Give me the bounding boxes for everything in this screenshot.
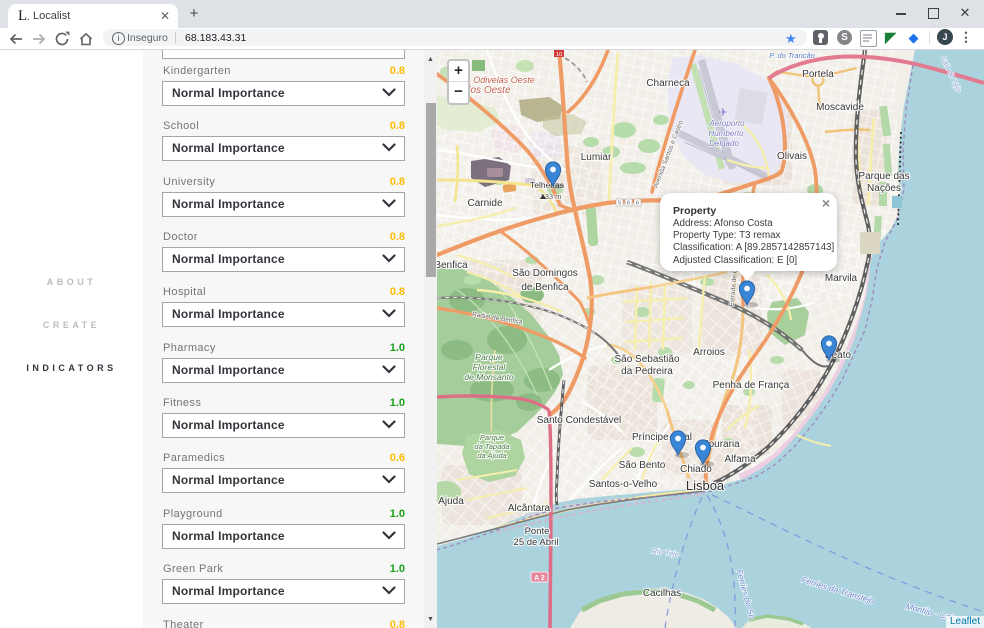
svg-text:Arroios: Arroios: [693, 347, 725, 358]
svg-text:6: 6: [627, 201, 630, 207]
svg-text:de Monsanto: de Monsanto: [464, 372, 513, 382]
svg-text:Carnide: Carnide: [467, 198, 502, 209]
svg-text:Parque das: Parque das: [858, 171, 909, 182]
svg-text:Lumiar: Lumiar: [581, 152, 612, 163]
svg-text:A 2: A 2: [534, 575, 545, 582]
svg-text:São Domingos: São Domingos: [512, 268, 578, 279]
svg-text:Penha de França: Penha de França: [713, 380, 790, 391]
svg-text:Odivelas Oeste: Odivelas Oeste: [473, 75, 535, 85]
svg-text:Ajuda: Ajuda: [438, 496, 464, 507]
svg-text:Florestal: Florestal: [473, 362, 507, 372]
svg-text:Marvila: Marvila: [825, 273, 858, 284]
svg-text:Lisboa: Lisboa: [686, 478, 725, 493]
svg-text:6: 6: [636, 201, 639, 207]
svg-text:Olivais: Olivais: [777, 151, 807, 162]
svg-text:de Benfica: de Benfica: [521, 282, 569, 293]
svg-text:Alcântara: Alcântara: [508, 503, 551, 514]
svg-text:Delgado: Delgado: [709, 139, 739, 148]
svg-text:Charneca: Charneca: [646, 78, 690, 89]
svg-text:da Ajuda: da Ajuda: [477, 451, 506, 460]
svg-text:da Pedreira: da Pedreira: [621, 366, 673, 377]
svg-text:5: 5: [618, 201, 621, 207]
svg-text:25 de Abril: 25 de Abril: [514, 537, 559, 548]
svg-text:Santo Condestável: Santo Condestável: [537, 415, 622, 426]
svg-text:Nações: Nações: [867, 183, 901, 194]
svg-text:P. do Trancão: P. do Trancão: [769, 51, 815, 60]
svg-text:Humberto: Humberto: [708, 129, 744, 138]
svg-text:São Bento: São Bento: [619, 460, 666, 471]
svg-text:Santos-o-Velho: Santos-o-Velho: [589, 479, 658, 490]
svg-text:✈: ✈: [718, 107, 727, 119]
svg-text:Aeroporto: Aeroporto: [708, 119, 745, 128]
svg-text:Ponte: Ponte: [525, 526, 550, 537]
svg-text:10: 10: [556, 52, 562, 58]
svg-text:Parque: Parque: [475, 352, 503, 362]
svg-text:da Tapada: da Tapada: [474, 442, 509, 451]
svg-text:Portela: Portela: [802, 69, 834, 80]
svg-text:São Sebastião: São Sebastião: [614, 354, 679, 365]
svg-text:Cacilhas: Cacilhas: [643, 588, 681, 599]
svg-text:Alfama: Alfama: [724, 454, 756, 465]
svg-text:Moscavide: Moscavide: [816, 102, 864, 113]
svg-text:Parque: Parque: [480, 433, 504, 442]
svg-text:Benfica: Benfica: [437, 260, 468, 271]
